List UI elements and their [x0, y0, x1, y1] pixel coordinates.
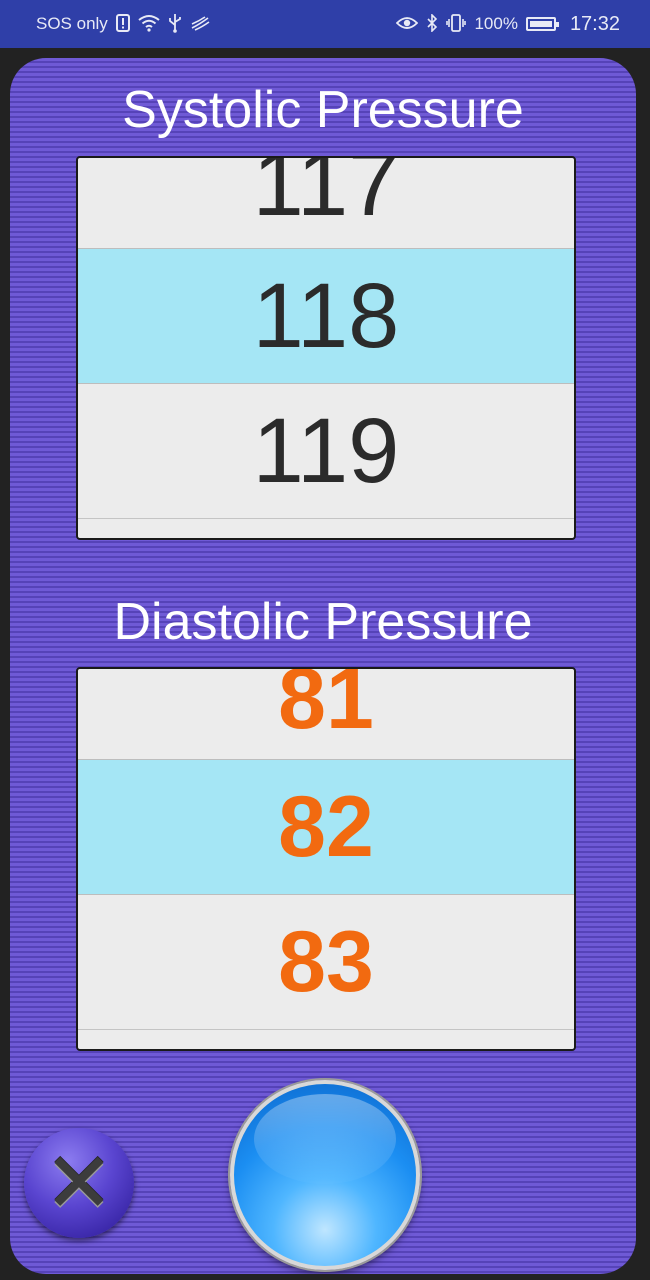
diastolic-title: Diastolic Pressure	[113, 593, 533, 651]
systolic-selected-value[interactable]: 118	[78, 248, 574, 384]
status-bar-right: 100% 17:32	[396, 13, 620, 36]
diastolic-selected-value[interactable]: 82	[78, 759, 574, 895]
cancel-button[interactable]: ✕	[24, 1128, 134, 1238]
status-bar: SOS only 100% 17:32	[0, 0, 650, 48]
systolic-next-value[interactable]: 119	[78, 384, 574, 518]
alert-icon	[115, 13, 130, 35]
dialog-frame: Systolic Pressure 117 118 119 Diastolic …	[0, 48, 650, 1280]
carrier-label: SOS only	[36, 14, 108, 33]
diastolic-prev-value[interactable]: 81	[78, 669, 574, 759]
button-highlight	[254, 1094, 396, 1184]
battery-icon	[525, 17, 559, 31]
confirm-button[interactable]	[230, 1080, 420, 1270]
systolic-picker[interactable]: 117 118 119	[76, 156, 576, 540]
systolic-prev-value[interactable]: 117	[78, 158, 574, 248]
battery-percent: 100%	[474, 14, 518, 33]
usb-icon	[168, 13, 182, 36]
systolic-divider	[78, 518, 574, 519]
vibrate-icon	[446, 13, 467, 35]
clock: 17:32	[569, 12, 620, 35]
diastolic-next-value[interactable]: 83	[78, 895, 574, 1029]
blood-pressure-panel: Systolic Pressure 117 118 119 Diastolic …	[10, 58, 636, 1274]
diastolic-picker[interactable]: 81 82 83	[76, 667, 576, 1051]
wifi-icon	[138, 14, 160, 35]
swipe-icon	[190, 15, 210, 34]
status-bar-left: SOS only	[36, 13, 210, 36]
eye-icon	[396, 15, 419, 34]
systolic-title: Systolic Pressure	[122, 81, 524, 139]
diastolic-divider	[78, 1029, 574, 1030]
close-icon: ✕	[43, 1136, 115, 1230]
bluetooth-icon	[426, 12, 438, 35]
